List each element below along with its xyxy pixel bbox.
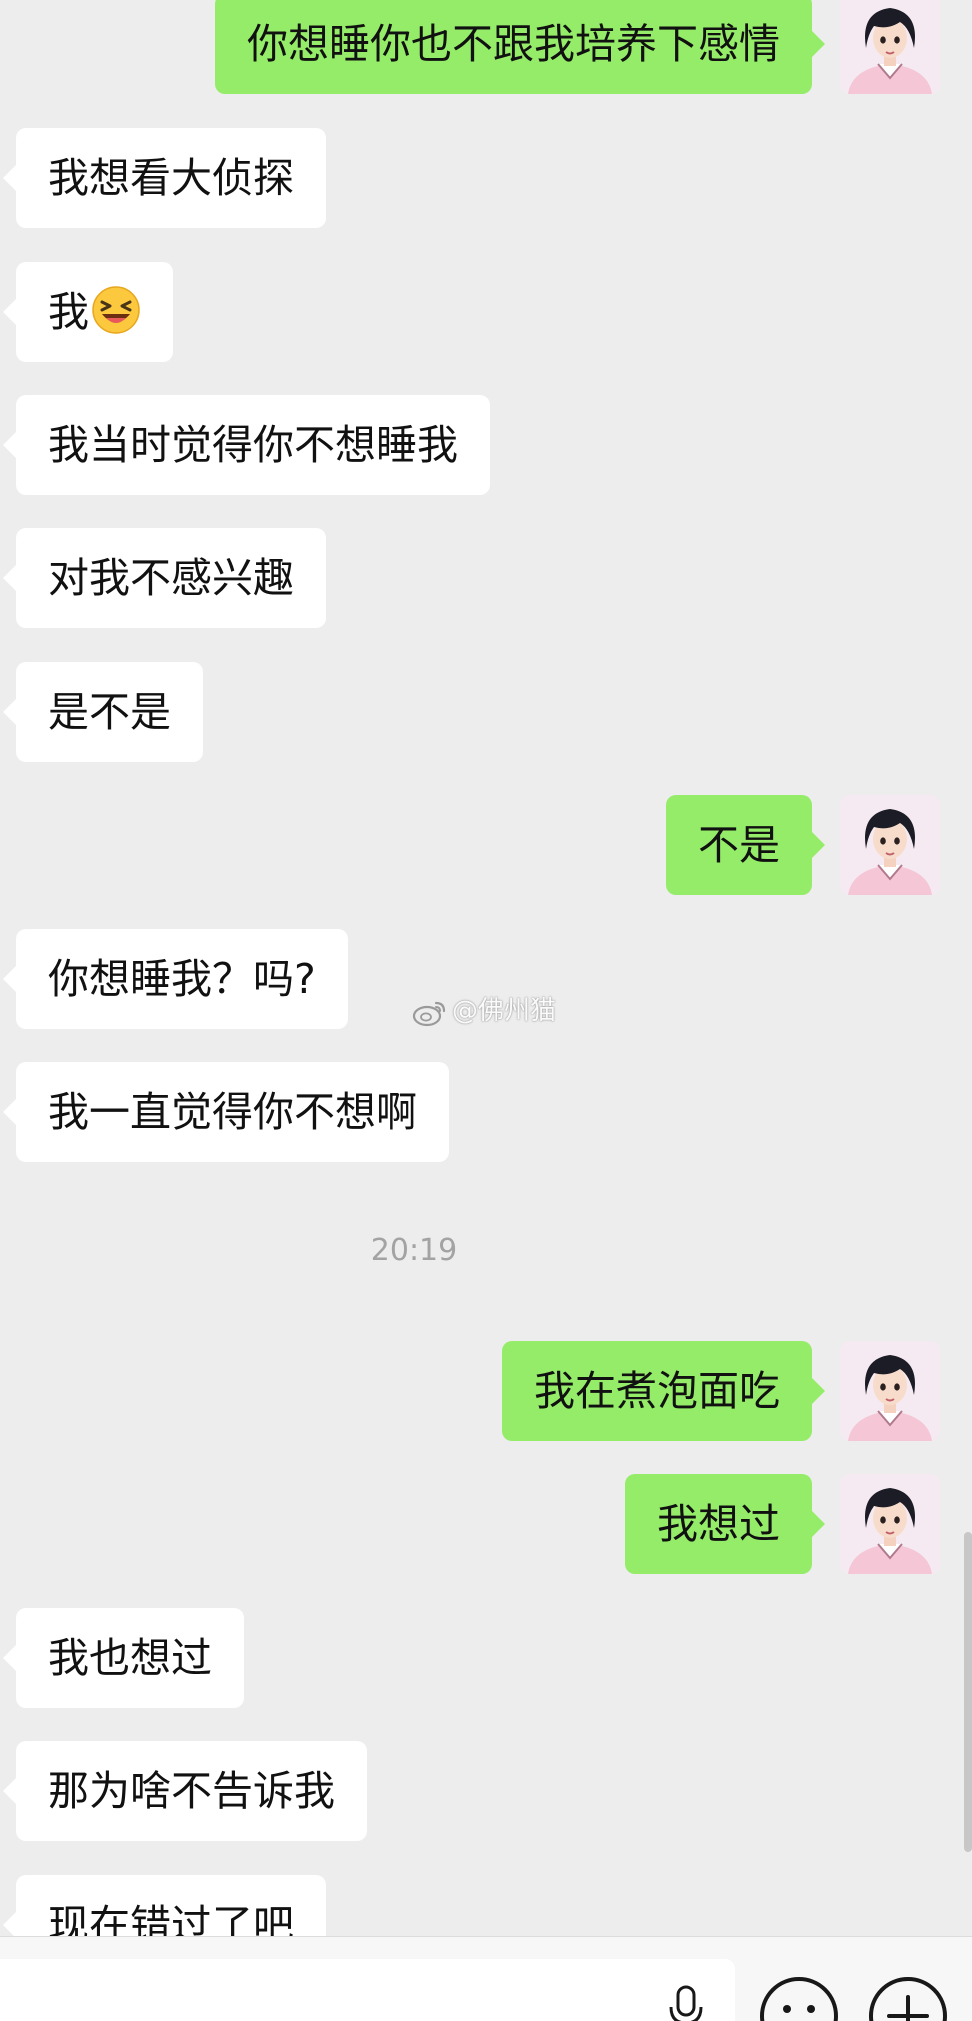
message-text: 是不是 [48,688,171,736]
outgoing-message[interactable]: 我在煮泡面吃 [502,1341,825,1441]
incoming-message[interactable]: 你想睡我？吗? [3,929,348,1029]
incoming-message[interactable]: 那为啥不告诉我 [3,1741,367,1841]
message-text: 我当时觉得你不想睡我 [48,421,458,469]
emoji-icon[interactable] [758,1975,840,2021]
outgoing-message[interactable]: 不是 [666,795,825,895]
message-text: 我想过 [657,1500,780,1548]
message-text: 对我不感兴趣 [48,554,294,602]
avatar-portrait [840,0,940,94]
outgoing-message[interactable]: 你想睡你也不跟我培养下感情 [215,0,825,94]
message-text: 现在错过了吧 [48,1901,294,1936]
avatar[interactable] [840,1341,940,1441]
outgoing-message[interactable]: 我想过 [625,1474,825,1574]
incoming-message[interactable]: 我一直觉得你不想啊 [3,1062,449,1162]
weibo-logo-icon [412,1001,446,1026]
avatar-portrait [840,795,940,895]
incoming-message[interactable]: 现在错过了吧 [3,1875,326,1936]
microphone-icon[interactable] [668,1985,704,2021]
message-text: 你想睡我？吗? [48,955,316,1003]
incoming-message[interactable]: 我也想过 [3,1608,244,1708]
laughing-face-emoji [92,286,140,334]
incoming-message[interactable]: 我当时觉得你不想睡我 [3,395,490,495]
avatar-portrait [840,1474,940,1574]
message-text: 我 [48,288,89,336]
incoming-message[interactable]: 是不是 [3,662,203,762]
incoming-message[interactable]: 对我不感兴趣 [3,528,326,628]
message-text: 你想睡你也不跟我培养下感情 [247,20,780,68]
message-input[interactable] [0,1959,735,2021]
input-bar [0,1936,972,2021]
message-text: 我在煮泡面吃 [534,1367,780,1415]
message-text: 我想看大侦探 [48,154,294,202]
message-text: 不是 [698,821,780,869]
chat-area[interactable]: 你想睡你也不跟我培养下感情 我想看大侦探 我 我当时觉得你不想睡我 对我不感兴趣… [0,0,972,1936]
message-text: 那为啥不告诉我 [48,1767,335,1815]
watermark-text: @佛州猫 [452,996,557,1026]
message-text: 我一直觉得你不想啊 [48,1088,417,1136]
plus-icon[interactable] [867,1975,949,2021]
scrollbar[interactable] [964,1532,972,1852]
avatar-portrait [840,1341,940,1441]
message-text: 我也想过 [48,1634,212,1682]
avatar[interactable] [840,795,940,895]
avatar[interactable] [840,1474,940,1574]
watermark: @佛州猫 [412,991,556,1031]
incoming-message[interactable]: 我 [3,262,173,362]
avatar[interactable] [840,0,940,94]
message-timestamp: 20:19 [370,1233,458,1268]
incoming-message[interactable]: 我想看大侦探 [3,128,326,228]
